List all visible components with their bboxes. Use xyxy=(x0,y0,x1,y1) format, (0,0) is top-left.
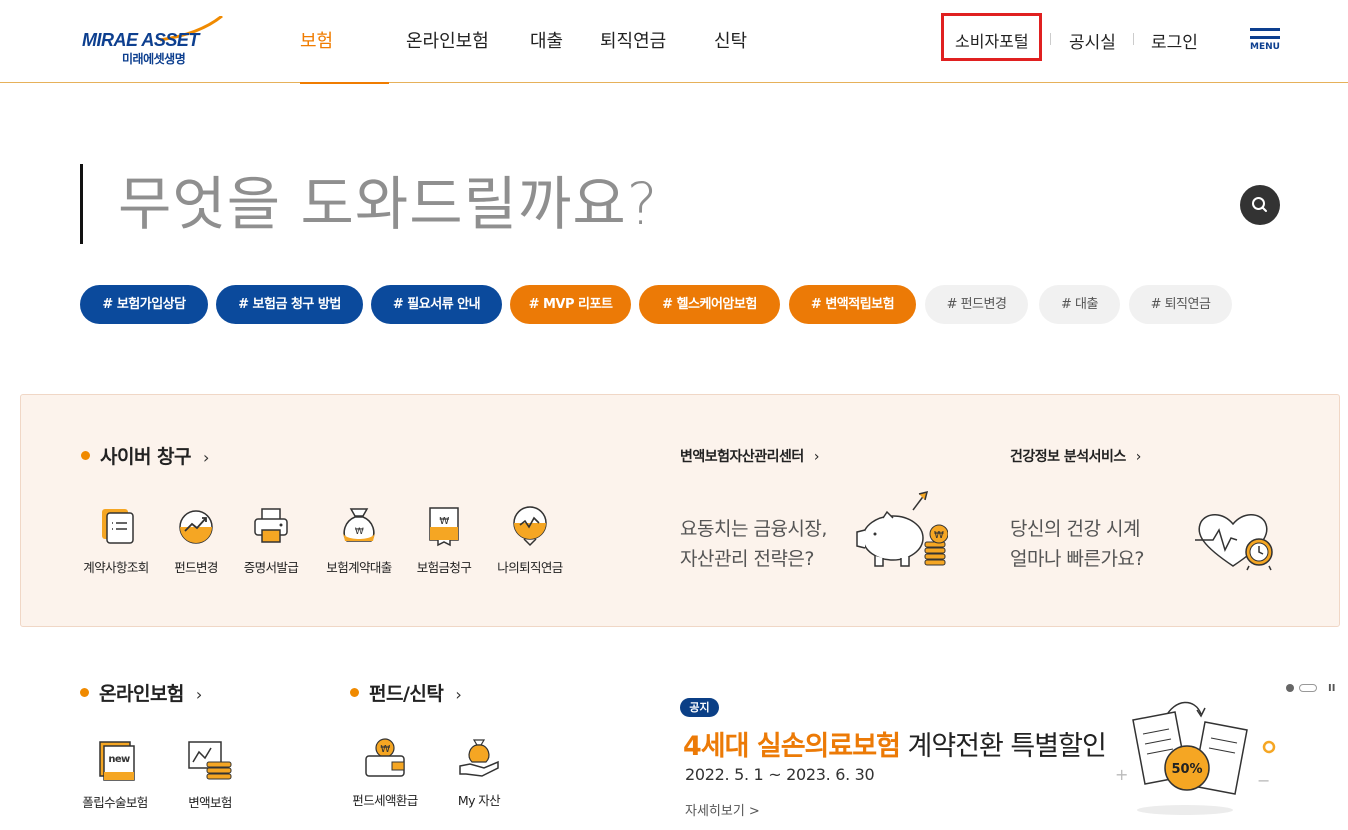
tag-claim-method[interactable]: # 보험금 청구 방법 xyxy=(216,285,363,324)
svg-text:₩: ₩ xyxy=(934,530,944,541)
menu-button[interactable]: MENU xyxy=(1250,28,1280,60)
search-icon xyxy=(1252,197,1267,212)
piggy-bank-icon: ₩ xyxy=(856,490,948,567)
nav-trust[interactable]: 신탁 xyxy=(714,0,774,83)
svg-text:₩: ₩ xyxy=(355,527,364,537)
disclosure-link[interactable]: 공시실 xyxy=(1069,13,1116,61)
main-nav: 보험 온라인보험 대출 퇴직연금 신탁 xyxy=(300,0,774,84)
svg-text:₩: ₩ xyxy=(380,744,390,755)
printer-icon xyxy=(254,508,288,543)
search-button[interactable] xyxy=(1240,185,1280,225)
discount-documents-icon: 50% + − xyxy=(1115,701,1276,815)
notice-title-rest: 계약전환 특별할인 xyxy=(899,731,1106,762)
site-header: MIRAE ASSET 미래에셋생명 보험 온라인보험 대출 퇴직연금 신탁 소… xyxy=(0,0,1348,84)
fund-chart-icon xyxy=(179,510,213,544)
nav-loan[interactable]: 대출 xyxy=(530,0,592,83)
pension-chart-icon xyxy=(513,506,547,547)
tag-insurance-consult[interactable]: # 보험가입상담 xyxy=(80,285,208,324)
chevron-right-icon: › xyxy=(1135,449,1142,465)
heart-clock-icon xyxy=(1195,514,1273,571)
svc-label: 증명서발급 xyxy=(243,560,299,575)
bullet-dot-icon xyxy=(350,688,359,697)
cyber-counter-panel: 사이버 창구 › 계약사항조회 펀드변경 증명서발급 ₩ 보험계약대출 ₩ 보험… xyxy=(20,394,1340,627)
tag-fund-change[interactable]: # 펀드변경 xyxy=(925,285,1028,324)
health-analysis-label: 건강정보 분석서비스 xyxy=(1010,449,1126,465)
asset-center-line2: 자산관리 전략은? xyxy=(680,548,814,570)
search-input[interactable] xyxy=(118,166,1018,242)
pager-dot-active[interactable] xyxy=(1299,684,1317,692)
logo-sub: 미래에셋생명 xyxy=(122,52,186,66)
tag-mvp-report[interactable]: # MVP 리포트 xyxy=(510,285,631,324)
fund-trust-label: 펀드/신탁 xyxy=(369,683,444,705)
svc-label: 보험계약대출 xyxy=(326,560,392,575)
money-bag-icon: ₩ xyxy=(343,508,375,542)
contract-doc-icon xyxy=(102,509,134,544)
hand-money-icon xyxy=(459,739,499,777)
tag-required-docs[interactable]: # 필요서류 안내 xyxy=(371,285,502,324)
hamburger-bar xyxy=(1250,36,1280,39)
bullet-dot-icon xyxy=(80,688,89,697)
tag-healthcare-cancer[interactable]: # 헬스케어암보험 xyxy=(639,285,780,324)
search-accent-bar xyxy=(80,164,83,244)
nav-insurance[interactable]: 보험 xyxy=(300,0,389,84)
svc-label: 보험금청구 xyxy=(416,560,472,575)
health-analysis-title[interactable]: 건강정보 분석서비스 › xyxy=(1010,446,1141,466)
notice-title-highlight: 4세대 실손의료보험 xyxy=(683,731,901,762)
notice-title[interactable]: 4세대 실손의료보험 계약전환 특별할인 xyxy=(683,724,1107,763)
mirae-asset-logo[interactable]: MIRAE ASSET 미래에셋생명 xyxy=(80,16,225,66)
cyber-counter-label: 사이버 창구 xyxy=(100,446,192,468)
tag-variable-savings[interactable]: # 변액적립보험 xyxy=(789,285,916,324)
svc-label: 펀드세액환급 xyxy=(352,793,418,808)
pager-dot[interactable] xyxy=(1286,684,1294,692)
bullet-dot-icon xyxy=(81,451,90,460)
chevron-right-icon: › xyxy=(455,685,462,704)
svg-text:−: − xyxy=(1257,771,1270,790)
svc-label: 계약사항조회 xyxy=(83,560,149,575)
nav-pension[interactable]: 퇴직연금 xyxy=(600,0,690,83)
consumer-portal-link[interactable]: 소비자포털 xyxy=(941,13,1042,61)
util-divider xyxy=(1133,33,1134,45)
svc-label: 펀드변경 xyxy=(174,560,218,575)
nav-online-insurance[interactable]: 온라인보험 xyxy=(406,0,512,83)
svc-label: 변액보험 xyxy=(188,795,232,810)
wallet-icon: ₩ xyxy=(365,738,405,777)
chart-coins-icon xyxy=(188,741,232,780)
notice-badge: 공지 xyxy=(680,698,719,717)
fund-trust-title[interactable]: 펀드/신탁 › xyxy=(350,679,462,706)
notice-more-link[interactable]: 자세히보기 > xyxy=(685,800,760,819)
discount-label: 50% xyxy=(1171,762,1202,777)
menu-label: MENU xyxy=(1250,42,1280,52)
svc-label: 나의퇴직연금 xyxy=(497,560,563,575)
svc-label: 폴립수술보험 xyxy=(82,795,148,810)
online-insurance-label: 온라인보험 xyxy=(99,683,184,705)
chevron-right-icon: › xyxy=(203,448,209,467)
pause-icon[interactable]: II xyxy=(1328,683,1335,694)
asset-center-text[interactable]: 요동치는 금융시장, 자산관리 전략은? xyxy=(680,514,827,574)
util-divider xyxy=(1050,33,1051,45)
asset-center-label: 변액보험자산관리센터 xyxy=(680,449,804,465)
asset-center-line1: 요동치는 금융시장, xyxy=(680,518,827,540)
health-line2: 얼마나 빠른가요? xyxy=(1010,548,1145,570)
cyber-counter-title[interactable]: 사이버 창구 › xyxy=(81,442,209,469)
chevron-right-icon: › xyxy=(813,449,820,465)
asset-center-title[interactable]: 변액보험자산관리센터 › xyxy=(680,446,819,466)
logo-brand: MIRAE ASSET xyxy=(82,30,199,50)
login-link[interactable]: 로그인 xyxy=(1151,13,1198,61)
online-insurance-title[interactable]: 온라인보험 › xyxy=(80,679,202,706)
tag-pension[interactable]: # 퇴직연금 xyxy=(1129,285,1232,324)
svg-text:₩: ₩ xyxy=(439,516,449,527)
chevron-right-icon: › xyxy=(195,685,202,704)
svg-text:new: new xyxy=(108,754,130,765)
svc-label: My 자산 xyxy=(457,793,501,808)
tag-loan[interactable]: # 대출 xyxy=(1039,285,1120,324)
hamburger-icon xyxy=(1250,28,1280,31)
claim-doc-icon: ₩ xyxy=(429,507,459,547)
notice-date: 2022. 5. 1 ~ 2023. 6. 30 xyxy=(685,765,875,784)
new-book-icon: new xyxy=(99,741,135,781)
health-line1: 당신의 건강 시계 xyxy=(1010,518,1140,540)
svg-text:+: + xyxy=(1115,765,1128,784)
health-analysis-text[interactable]: 당신의 건강 시계 얼마나 빠른가요? xyxy=(1010,514,1145,574)
